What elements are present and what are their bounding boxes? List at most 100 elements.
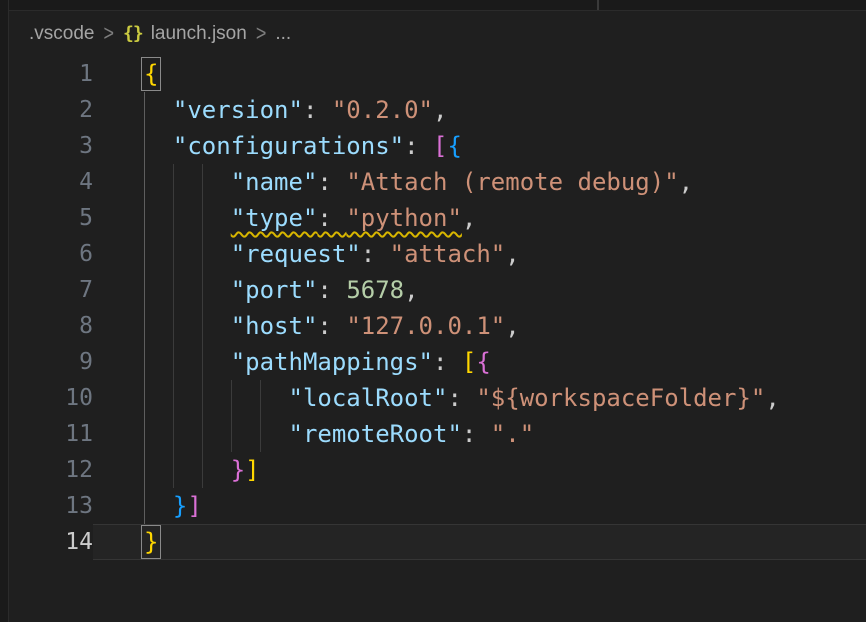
code-text: }] [144, 452, 260, 488]
token: "name" [231, 168, 318, 196]
code-content: "host": "127.0.0.1", [93, 308, 866, 344]
code-content: "remoteRoot": "." [93, 416, 866, 452]
code-line: 9 "pathMappings": [{ [9, 344, 866, 380]
token: [ [462, 348, 476, 376]
code-text: }] [144, 488, 202, 524]
line-number[interactable]: 13 [9, 488, 93, 524]
breadcrumb-folder[interactable]: .vscode [29, 23, 94, 45]
line-number[interactable]: 7 [9, 272, 93, 308]
code-line: 11 "remoteRoot": "." [9, 416, 866, 452]
code-content: "pathMappings": [{ [93, 344, 866, 380]
token: "port" [231, 276, 318, 304]
token: , [679, 168, 693, 196]
token: "host" [231, 312, 318, 340]
token: : [317, 312, 346, 340]
line-number[interactable]: 11 [9, 416, 93, 452]
token: [ [433, 132, 447, 160]
token: "version" [173, 96, 303, 124]
code-content: }] [93, 488, 866, 524]
code-text: "configurations": [{ [144, 128, 462, 164]
line-number[interactable]: 8 [9, 308, 93, 344]
warning-squiggle-token: "type" [231, 204, 318, 232]
token: , [505, 312, 519, 340]
matched-bracket: { [144, 60, 158, 88]
code-line: 3 "configurations": [{ [9, 128, 866, 164]
breadcrumb-symbol[interactable]: ... [275, 23, 291, 45]
code-line: 7 "port": 5678, [9, 272, 866, 308]
code-line: 2 "version": "0.2.0", [9, 92, 866, 128]
code-content: "localRoot": "${workspaceFolder}", [93, 380, 866, 416]
token: : [303, 96, 332, 124]
code-content: "request": "attach", [93, 236, 866, 272]
tab-bar [9, 0, 866, 11]
token: "${workspaceFolder}" [476, 384, 765, 412]
breadcrumb: .vscode > {} launch.json > ... [9, 11, 866, 56]
token: , [765, 384, 779, 412]
code-text: { [144, 56, 158, 92]
line-number[interactable]: 4 [9, 164, 93, 200]
code-content: "version": "0.2.0", [93, 92, 866, 128]
line-number[interactable]: 6 [9, 236, 93, 272]
code-line: 14} [9, 524, 866, 560]
code-line: 5 "type": "python", [9, 200, 866, 236]
token: : [462, 420, 491, 448]
token: 5678 [346, 276, 404, 304]
token: } [173, 492, 187, 520]
token: ] [187, 492, 201, 520]
line-number[interactable]: 12 [9, 452, 93, 488]
warning-squiggle-token: : [317, 204, 346, 232]
tab-divider [597, 0, 599, 10]
token: "0.2.0" [332, 96, 433, 124]
code-text: "remoteRoot": "." [144, 416, 534, 452]
code-text: "request": "attach", [144, 236, 520, 272]
line-number[interactable]: 5 [9, 200, 93, 236]
code-content: "type": "python", [93, 200, 866, 236]
token: : [317, 276, 346, 304]
vscode-window: { "breadcrumb": { "folder": ".vscode", "… [0, 0, 866, 622]
editor[interactable]: 1{2 "version": "0.2.0",3 "configurations… [9, 56, 866, 622]
token: } [231, 456, 245, 484]
token: "pathMappings" [231, 348, 433, 376]
token: "Attach (remote debug)" [346, 168, 678, 196]
activity-bar-edge [0, 0, 9, 622]
token: : [361, 240, 390, 268]
line-number[interactable]: 10 [9, 380, 93, 416]
token: , [404, 276, 418, 304]
code-text: } [144, 524, 158, 560]
line-number[interactable]: 2 [9, 92, 93, 128]
token: "localRoot" [289, 384, 448, 412]
line-number[interactable]: 3 [9, 128, 93, 164]
code-content: }] [93, 452, 866, 488]
code-content: "name": "Attach (remote debug)", [93, 164, 866, 200]
code-text: "name": "Attach (remote debug)", [144, 164, 693, 200]
token: , [462, 204, 476, 232]
editor-group: .vscode > {} launch.json > ... 1 {2 "vers… [9, 0, 866, 622]
token: { [476, 348, 490, 376]
code-content: { [93, 56, 866, 92]
line-number[interactable]: 1 [9, 56, 93, 92]
code-content-current-line: } [93, 524, 866, 560]
warning-squiggle-token: "python" [346, 204, 462, 232]
token: : [317, 168, 346, 196]
breadcrumb-file[interactable]: launch.json [151, 23, 247, 45]
code-text: "localRoot": "${workspaceFolder}", [144, 380, 780, 416]
code-line: 10 "localRoot": "${workspaceFolder}", [9, 380, 866, 416]
line-number[interactable]: 14 [9, 524, 93, 560]
token: , [505, 240, 519, 268]
code-text: "version": "0.2.0", [144, 92, 447, 128]
code-text: "port": 5678, [144, 272, 419, 308]
token: , [433, 96, 447, 124]
token: ] [245, 456, 259, 484]
token: "127.0.0.1" [346, 312, 505, 340]
token: { [447, 132, 461, 160]
token: : [433, 348, 462, 376]
chevron-right-icon: > [103, 20, 114, 46]
code-line: 12 }] [9, 452, 866, 488]
token: "configurations" [173, 132, 404, 160]
line-number[interactable]: 9 [9, 344, 93, 380]
token: "." [491, 420, 534, 448]
code-content: "configurations": [{ [93, 128, 866, 164]
json-file-icon: {} [123, 23, 143, 44]
code-text: "type": "python", [144, 200, 476, 236]
code-line: 6 "request": "attach", [9, 236, 866, 272]
